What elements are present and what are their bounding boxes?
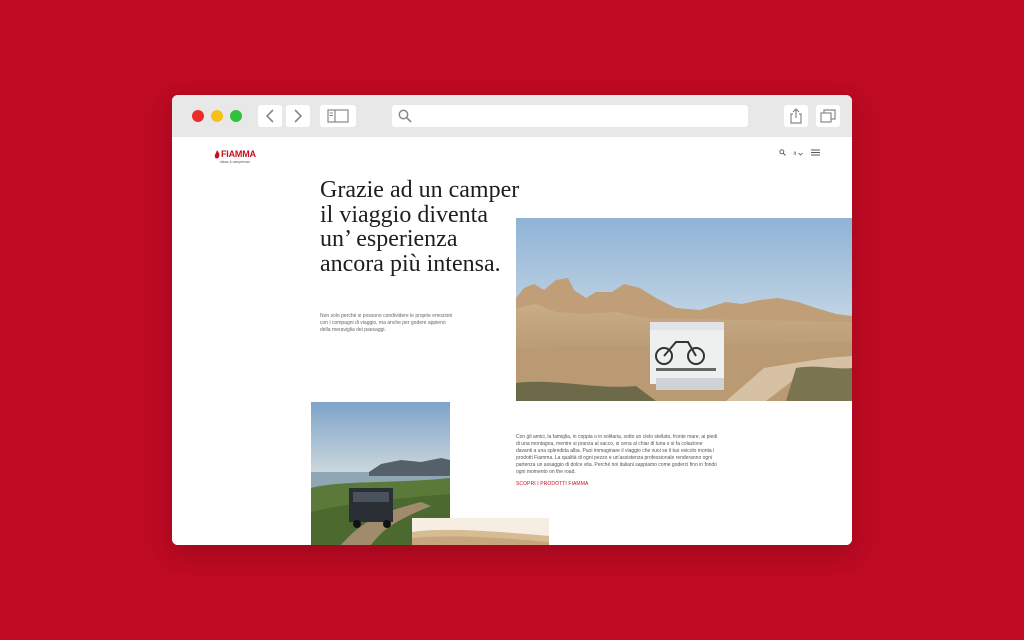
- sidebar-toggle-button[interactable]: [320, 105, 356, 127]
- menu-button[interactable]: [811, 149, 820, 158]
- address-bar[interactable]: [392, 105, 748, 127]
- language-label: it: [793, 150, 797, 157]
- tabs-icon: [820, 109, 836, 123]
- site-search-button[interactable]: [778, 149, 786, 158]
- intro-paragraph: Non solo perché si possono condividere l…: [320, 313, 453, 333]
- forward-button[interactable]: [286, 105, 310, 127]
- share-button[interactable]: [784, 105, 808, 127]
- tabs-button[interactable]: [816, 105, 840, 127]
- chevron-right-icon: [294, 109, 303, 123]
- browser-toolbar: [172, 95, 852, 138]
- search-icon: [778, 149, 786, 156]
- body-paragraph: Con gli amici, la famiglia, in coppia o …: [516, 434, 718, 475]
- hamburger-icon: [811, 149, 820, 156]
- logo-tagline: ideas & campervan: [220, 160, 250, 164]
- header-tools: it: [778, 149, 820, 158]
- discover-products-link[interactable]: SCOPRI I PRODOTTI FIAMMA: [516, 481, 588, 487]
- address-input[interactable]: [418, 105, 742, 127]
- camper-desert-photo: [516, 218, 852, 401]
- chevron-down-icon: [798, 152, 803, 156]
- language-selector[interactable]: it: [794, 151, 804, 157]
- dune-photo: [412, 518, 549, 545]
- share-icon: [790, 108, 802, 124]
- browser-window: FIAMMA ideas & campervan it Grazie ad un…: [172, 95, 852, 545]
- maximize-window-button[interactable]: [230, 110, 242, 122]
- page-headline: Grazie ad un camper il viaggio diventa u…: [320, 177, 520, 277]
- fiamma-logo[interactable]: FIAMMA ideas & campervan: [214, 149, 256, 164]
- chevron-left-icon: [265, 109, 274, 123]
- web-page: FIAMMA ideas & campervan it Grazie ad un…: [172, 137, 852, 545]
- flame-icon: [214, 149, 220, 158]
- search-icon: [398, 109, 412, 123]
- back-button[interactable]: [258, 105, 282, 127]
- minimize-window-button[interactable]: [211, 110, 223, 122]
- logo-wordmark: FIAMMA: [221, 149, 256, 159]
- close-window-button[interactable]: [192, 110, 204, 122]
- sidebar-icon: [327, 109, 349, 123]
